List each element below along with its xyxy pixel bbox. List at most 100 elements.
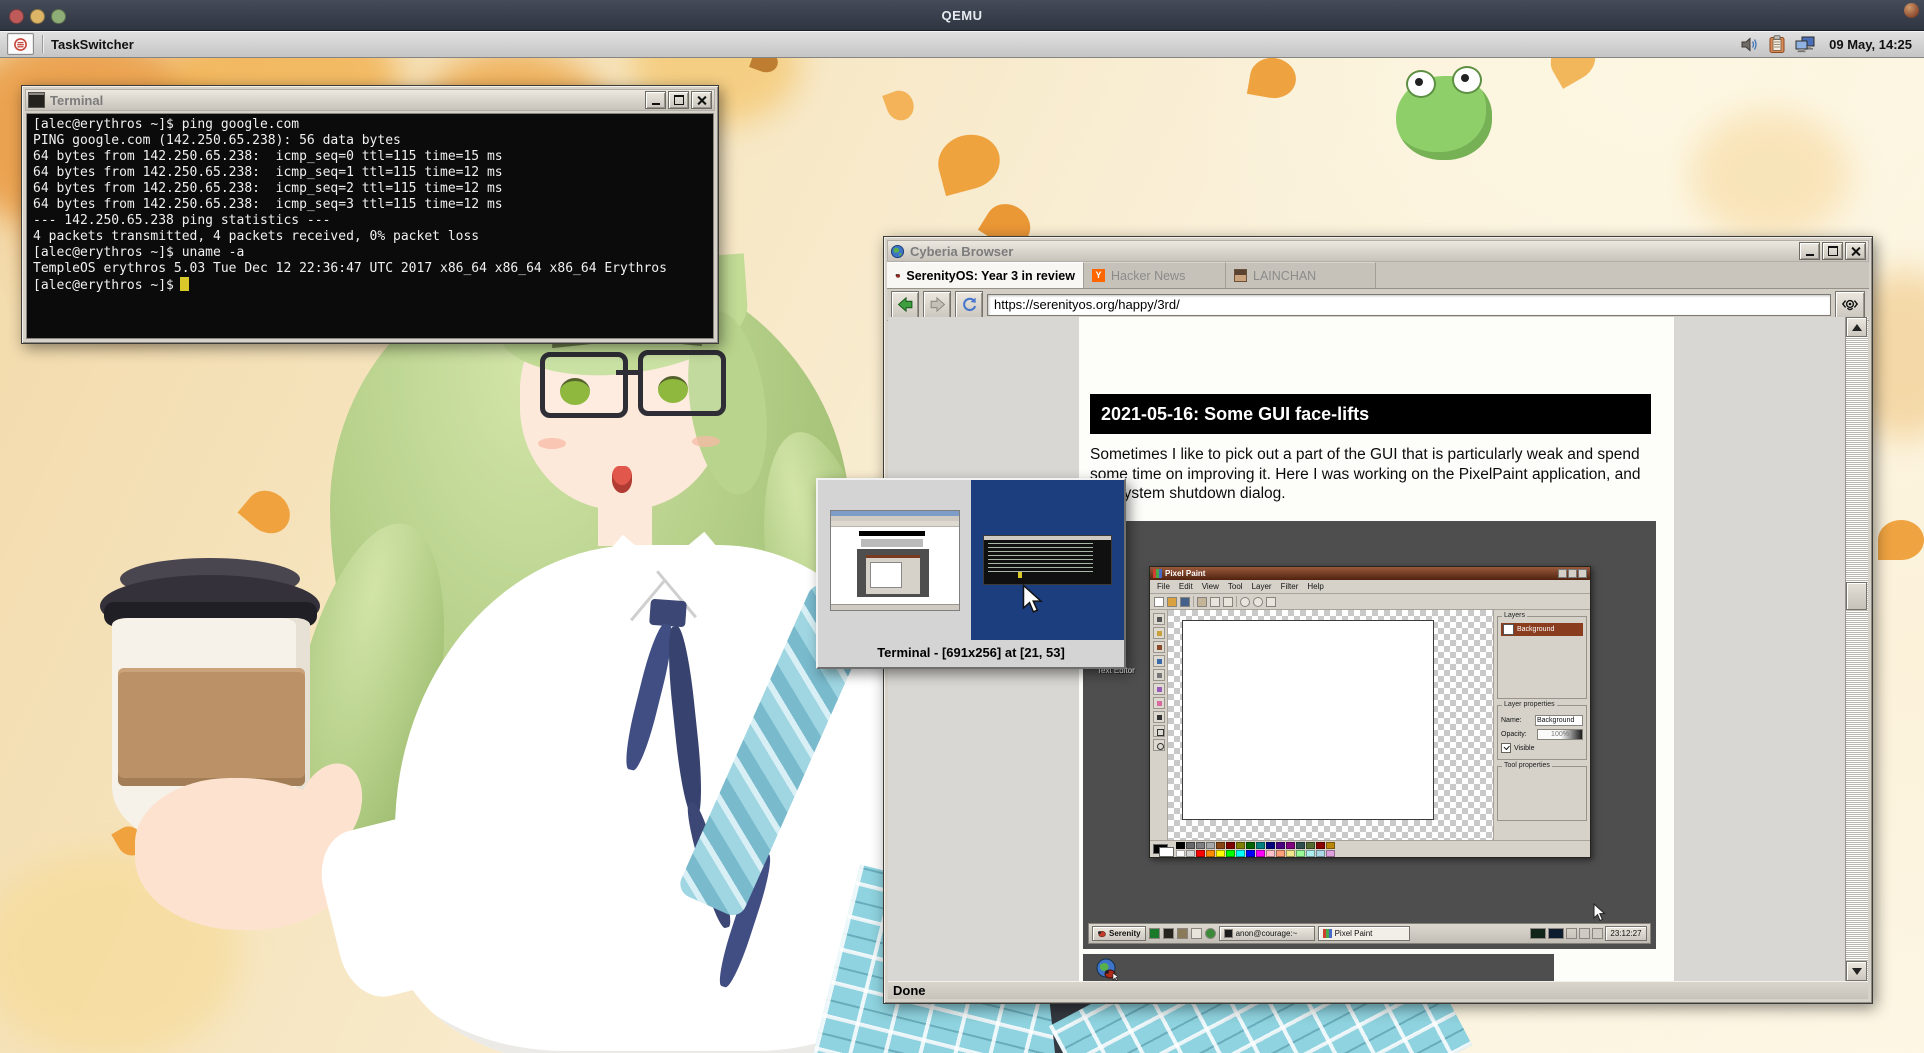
quicklaunch-icon bbox=[1163, 928, 1174, 939]
maximize-icon bbox=[1568, 569, 1577, 578]
browser-desktop-icon bbox=[1095, 958, 1119, 981]
minimize-button[interactable] bbox=[1799, 242, 1820, 260]
inspector-bug-icon bbox=[1841, 297, 1859, 313]
forward-button[interactable] bbox=[923, 291, 951, 319]
palette-swatch bbox=[1196, 842, 1205, 849]
pixelpaint-window: Pixel Paint FileEditViewToolLayerFilterH… bbox=[1149, 566, 1591, 858]
tab-serenityos[interactable]: SerenityOS: Year 3 in review bbox=[887, 262, 1084, 288]
clipboard-icon[interactable] bbox=[1768, 35, 1786, 54]
volume-icon[interactable] bbox=[1740, 36, 1759, 53]
quicklaunch-icon bbox=[1177, 928, 1188, 939]
tab-hacker-news[interactable]: Y Hacker News bbox=[1084, 262, 1226, 288]
frog-pupil bbox=[1461, 74, 1469, 82]
minimize-button[interactable] bbox=[645, 91, 666, 109]
maximize-button[interactable] bbox=[1822, 242, 1843, 260]
undo-icon bbox=[1210, 597, 1220, 607]
chevron-down-icon bbox=[1852, 968, 1862, 975]
ladybug-icon bbox=[895, 269, 900, 282]
palette-swatch bbox=[1296, 850, 1305, 857]
close-button[interactable] bbox=[691, 91, 712, 109]
tray-network-icon bbox=[1566, 928, 1577, 939]
palette-swatch bbox=[1186, 850, 1195, 857]
tab-bar: SerenityOS: Year 3 in review Y Hacker Ne… bbox=[887, 262, 1869, 289]
ginkgo-leaf bbox=[932, 128, 1006, 196]
qemu-corner-icon bbox=[1904, 3, 1919, 18]
taskbar: TaskSwitcher 09 May, 14:25 bbox=[0, 31, 1924, 58]
tool-properties-panel: Tool properties bbox=[1497, 766, 1587, 821]
task-switcher-overlay: Terminal - [691x256] at [21, 53] bbox=[816, 478, 1126, 669]
palette-swatch bbox=[1316, 842, 1325, 849]
tray-graph-icon bbox=[1530, 928, 1546, 939]
quicklaunch-icon bbox=[1149, 928, 1160, 939]
terminal-prompt-line: [alec@erythros ~]$ bbox=[33, 277, 707, 294]
page-scrollbar[interactable] bbox=[1845, 317, 1868, 981]
active-app-label: TaskSwitcher bbox=[51, 37, 134, 52]
palette-swatch bbox=[1296, 842, 1305, 849]
move-tool-icon bbox=[1153, 613, 1165, 625]
terminal-app-icon bbox=[28, 92, 45, 108]
menu-item: Help bbox=[1303, 582, 1327, 591]
maximize-icon bbox=[1828, 246, 1838, 256]
zoom-out-icon bbox=[1253, 597, 1263, 607]
reload-button[interactable] bbox=[955, 291, 983, 319]
scrollbar-thumb[interactable] bbox=[1846, 582, 1867, 610]
palette-swatch bbox=[1216, 850, 1225, 857]
palette-swatch bbox=[1176, 842, 1185, 849]
girl-ribbon-knot bbox=[649, 599, 687, 627]
thumb-screenshot bbox=[857, 549, 929, 597]
terminal-line: TempleOS erythros 5.03 Tue Dec 12 22:36:… bbox=[33, 261, 707, 277]
terminal-output[interactable]: [alec@erythros ~]$ ping google.comPING g… bbox=[26, 113, 714, 339]
close-icon bbox=[697, 96, 706, 105]
browser-titlebar[interactable]: Cyberia Browser bbox=[887, 240, 1869, 262]
terminal-cursor bbox=[180, 277, 189, 291]
cup-sleeve bbox=[118, 668, 305, 786]
tab-lainchan[interactable]: LAINCHAN bbox=[1226, 262, 1376, 288]
terminal-window[interactable]: Terminal [alec@erythros ~]$ ping google.… bbox=[21, 85, 719, 344]
pixelpaint-canvas bbox=[1168, 610, 1493, 841]
terminal-titlebar[interactable]: Terminal bbox=[25, 89, 715, 111]
terminal-line: 64 bytes from 142.250.65.238: icmp_seq=1… bbox=[33, 165, 707, 181]
palette-swatch bbox=[1236, 850, 1245, 857]
quicklaunch-icon bbox=[1205, 928, 1216, 939]
inspector-button[interactable] bbox=[1835, 291, 1865, 319]
pixelpaint-app-icon bbox=[1153, 569, 1162, 578]
back-button[interactable] bbox=[891, 291, 919, 319]
spray-tool-icon bbox=[1153, 669, 1165, 681]
terminal-mini-icon bbox=[1224, 929, 1233, 938]
switcher-item-terminal-selected[interactable] bbox=[971, 480, 1124, 640]
palette-swatch bbox=[1286, 842, 1295, 849]
browser-globe-icon bbox=[890, 244, 905, 259]
url-input[interactable] bbox=[987, 294, 1831, 316]
switcher-item-browser[interactable] bbox=[818, 480, 971, 640]
girl-eye bbox=[658, 376, 688, 403]
maximize-button[interactable] bbox=[668, 91, 689, 109]
close-button[interactable] bbox=[1845, 242, 1866, 260]
terminal-line: 64 bytes from 142.250.65.238: icmp_seq=2… bbox=[33, 181, 707, 197]
taskbar-clock[interactable]: 09 May, 14:25 bbox=[1829, 37, 1912, 52]
terminal-title: Terminal bbox=[50, 93, 103, 108]
network-icon[interactable] bbox=[1795, 35, 1816, 53]
terminal-line: --- 142.250.65.238 ping statistics --- bbox=[33, 213, 707, 229]
pixelpaint-toolbar bbox=[1150, 594, 1590, 610]
palette-swatch bbox=[1246, 850, 1255, 857]
page-heading: 2021-05-16: Some GUI face-lifts bbox=[1090, 394, 1651, 434]
scroll-up-button[interactable] bbox=[1846, 317, 1867, 337]
qemu-titlebar[interactable]: QEMU bbox=[0, 0, 1924, 31]
menu-item: File bbox=[1153, 582, 1174, 591]
palette-swatch bbox=[1206, 842, 1215, 849]
layer-thumbnail bbox=[1503, 624, 1514, 635]
palette-swatch bbox=[1256, 850, 1265, 857]
paste-icon bbox=[1197, 597, 1207, 607]
ginkgo-leaf bbox=[238, 482, 299, 542]
start-button[interactable] bbox=[7, 33, 34, 55]
layer-name-input: Background bbox=[1535, 715, 1583, 726]
thumb-paragraph bbox=[861, 539, 923, 547]
menu-item: Edit bbox=[1175, 582, 1197, 591]
line-tool-icon bbox=[1153, 711, 1165, 723]
browser-statusbar: Done bbox=[888, 981, 1868, 999]
screenshot-window-button: anon@courage:~ bbox=[1219, 926, 1315, 941]
wallpaper-blob bbox=[1690, 110, 1850, 240]
scroll-down-button[interactable] bbox=[1846, 961, 1867, 981]
terminal-thumbnail bbox=[983, 535, 1112, 585]
screenshot-taskbar: Serenity anon@courage:~ bbox=[1088, 923, 1651, 944]
